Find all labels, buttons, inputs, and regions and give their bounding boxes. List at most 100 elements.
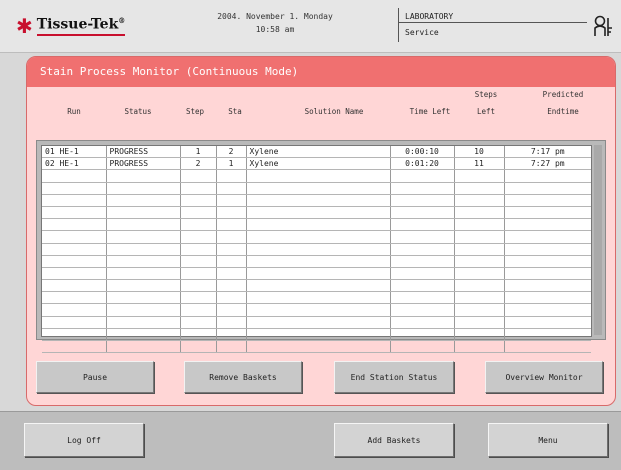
cell-sta	[216, 169, 247, 183]
add-baskets-button[interactable]: Add Baskets	[334, 423, 454, 457]
cell-time-left	[390, 340, 455, 354]
end-station-status-button[interactable]: End Station Status	[334, 361, 454, 393]
cell-run	[42, 340, 107, 354]
cell-endtime	[504, 279, 591, 293]
log-off-button[interactable]: Log Off	[24, 423, 144, 457]
cell-endtime	[504, 303, 591, 317]
cell-run	[42, 218, 107, 232]
cell-status: PROGRESS	[106, 146, 181, 159]
cell-solution	[246, 169, 391, 183]
cell-status	[106, 340, 181, 354]
mode-label: LABORATORY	[399, 8, 460, 23]
col-header-run: Run	[67, 107, 81, 116]
menu-button[interactable]: Menu	[488, 423, 608, 457]
remove-baskets-button[interactable]: Remove Baskets	[184, 361, 302, 393]
cell-step	[180, 316, 217, 329]
col-header-sta: Sta	[228, 107, 242, 116]
pause-button[interactable]: Pause	[36, 361, 154, 393]
empty-table-row[interactable]	[42, 291, 591, 305]
cell-sta	[216, 267, 247, 281]
cell-step: 2	[180, 157, 217, 171]
cell-sta	[216, 316, 247, 329]
cell-endtime	[504, 328, 591, 342]
cell-step	[180, 291, 217, 305]
cell-steps-left	[454, 169, 505, 183]
empty-table-row[interactable]	[42, 206, 591, 220]
cell-status	[106, 328, 181, 342]
empty-table-row[interactable]	[42, 243, 591, 256]
empty-table-row[interactable]	[42, 230, 591, 244]
empty-table-row[interactable]	[42, 255, 591, 268]
key-user-icon[interactable]	[593, 14, 615, 38]
cell-run	[42, 243, 107, 256]
cell-endtime: 7:17 pm	[504, 146, 591, 159]
cell-sta	[216, 291, 247, 305]
cell-time-left	[390, 316, 455, 329]
cell-run	[42, 169, 107, 183]
cell-solution	[246, 316, 391, 329]
table-scrollbar[interactable]	[594, 145, 602, 335]
cell-solution: Xylene	[246, 157, 391, 171]
cell-endtime	[504, 340, 591, 354]
empty-table-row[interactable]	[42, 169, 591, 183]
run-table[interactable]: 01 HE-1 PROGRESS 1 2 Xylene 0:00:10 10 7:17 pm 0…	[41, 145, 592, 354]
cell-run	[42, 255, 107, 268]
empty-table-row[interactable]	[42, 340, 591, 354]
cell-sta: 2	[216, 146, 247, 159]
cell-run	[42, 206, 107, 220]
mode-indicator: LABORATORY Service	[398, 8, 587, 42]
cell-sta	[216, 255, 247, 268]
date-time: 2004. November 1. Monday 10:58 am	[190, 10, 360, 36]
empty-table-row[interactable]	[42, 328, 591, 342]
cell-step	[180, 243, 217, 256]
cell-steps-left	[454, 230, 505, 244]
empty-table-row[interactable]	[42, 267, 591, 281]
cell-endtime	[504, 182, 591, 195]
empty-table-row[interactable]	[42, 218, 591, 232]
cell-steps-left	[454, 267, 505, 281]
cell-endtime	[504, 267, 591, 281]
empty-table-row[interactable]	[42, 303, 591, 317]
time-text: 10:58 am	[255, 25, 295, 34]
empty-table-row[interactable]	[42, 279, 591, 293]
cell-time-left	[390, 230, 455, 244]
col-header-solution: Solution Name	[304, 107, 364, 116]
cell-run	[42, 316, 107, 329]
cell-time-left	[390, 243, 455, 256]
date-text: 2004. November 1. Monday	[217, 12, 333, 21]
cell-sta	[216, 328, 247, 342]
overview-monitor-button[interactable]: Overview Monitor	[485, 361, 603, 393]
empty-table-row[interactable]	[42, 182, 591, 195]
cell-sta	[216, 230, 247, 244]
logo: ✱ Tissue-Tek®	[16, 14, 126, 38]
cell-time-left: 0:00:10	[390, 146, 455, 159]
cell-status	[106, 182, 181, 195]
empty-table-row[interactable]	[42, 194, 591, 207]
cell-time-left	[390, 206, 455, 220]
empty-table-row[interactable]	[42, 316, 591, 329]
cell-status	[106, 218, 181, 232]
cell-endtime	[504, 230, 591, 244]
cell-time-left	[390, 182, 455, 195]
cell-endtime	[504, 206, 591, 220]
cell-endtime	[504, 169, 591, 183]
cell-run: 01 HE-1	[42, 146, 107, 159]
cell-steps-left	[454, 182, 505, 195]
cell-endtime	[504, 218, 591, 232]
cell-time-left	[390, 255, 455, 268]
cell-solution	[246, 328, 391, 342]
cell-status: PROGRESS	[106, 157, 181, 171]
cell-sta: 1	[216, 157, 247, 171]
cell-steps-left	[454, 206, 505, 220]
cell-solution: Xylene	[246, 146, 391, 159]
cell-run	[42, 328, 107, 342]
cell-status	[106, 206, 181, 220]
cell-time-left	[390, 218, 455, 232]
panel-title: Stain Process Monitor (Continuous Mode)	[27, 57, 615, 87]
table-row[interactable]: 02 HE-1 PROGRESS 2 1 Xylene 0:01:20 11 7:27 pm	[42, 157, 591, 171]
cell-steps-left	[454, 316, 505, 329]
cell-step	[180, 182, 217, 195]
cell-status	[106, 303, 181, 317]
cell-solution	[246, 206, 391, 220]
table-row[interactable]: 01 HE-1 PROGRESS 1 2 Xylene 0:00:10 10 7:17 pm	[42, 146, 591, 159]
